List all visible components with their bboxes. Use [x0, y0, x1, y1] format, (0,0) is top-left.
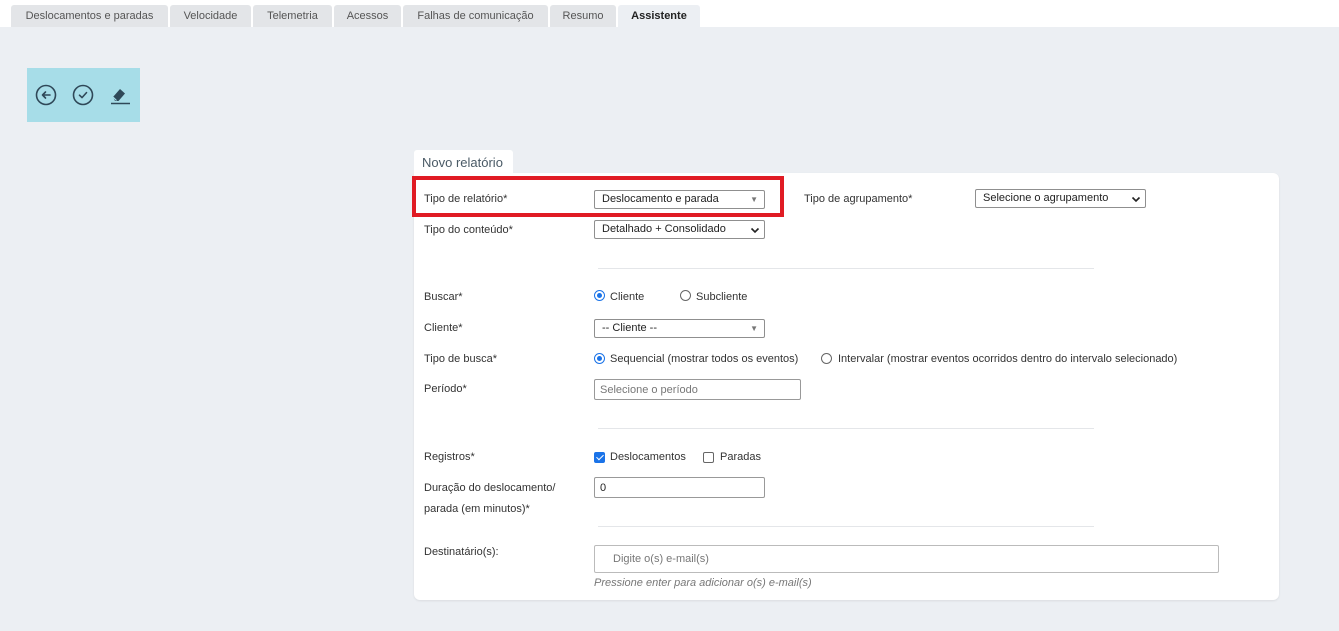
grouping-type-value: Selecione o agrupamento [983, 192, 1109, 204]
confirm-icon [72, 84, 94, 106]
search-label: Buscar* [424, 291, 463, 303]
search-type-interval-radio[interactable] [821, 353, 832, 364]
report-tabs: Deslocamentos e paradas Velocidade Telem… [0, 0, 1339, 27]
recipients-label: Destinatário(s): [424, 546, 499, 558]
records-displacements-checkbox[interactable] [594, 452, 605, 463]
grouping-type-label: Tipo de agrupamento* [804, 193, 913, 205]
duration-input[interactable] [594, 477, 765, 498]
tab-acessos[interactable]: Acessos [334, 5, 401, 27]
report-type-select[interactable]: Deslocamento e parada ▼ [594, 190, 765, 209]
card-title: Novo relatório [414, 150, 513, 174]
tab-resumo[interactable]: Resumo [550, 5, 616, 27]
tab-deslocamentos-e-paradas[interactable]: Deslocamentos e paradas [11, 5, 168, 27]
search-type-label: Tipo de busca* [424, 353, 497, 365]
section-divider [598, 428, 1094, 429]
search-client-label: Cliente [610, 291, 645, 303]
section-divider [598, 526, 1094, 527]
recipients-input[interactable] [594, 545, 1219, 573]
back-button[interactable] [35, 84, 57, 106]
search-type-sequential-radio[interactable] [594, 353, 605, 364]
tab-telemetria[interactable]: Telemetria [253, 5, 332, 27]
recipients-hint: Pressione enter para adicionar o(s) e-ma… [594, 577, 812, 589]
eraser-icon [111, 89, 130, 105]
report-type-value: Deslocamento e parada [602, 193, 719, 205]
grouping-type-select[interactable]: Selecione o agrupamento [975, 189, 1146, 208]
records-label: Registros* [424, 451, 475, 463]
search-subclient-label: Subcliente [696, 291, 748, 303]
duration-label-line1: Duração do deslocamento/ [424, 482, 556, 494]
tab-falhas-de-comunicacao[interactable]: Falhas de comunicação [403, 5, 548, 27]
action-toolbar [27, 68, 140, 122]
period-input[interactable] [594, 379, 801, 400]
search-client-radio[interactable] [594, 290, 605, 301]
tab-velocidade[interactable]: Velocidade [170, 5, 251, 27]
chevron-down-icon [750, 227, 760, 234]
tab-assistente[interactable]: Assistente [618, 5, 700, 27]
back-icon [35, 84, 57, 106]
new-report-form [414, 173, 1279, 600]
records-displacements-label: Deslocamentos [610, 451, 686, 463]
search-type-interval-label: Intervalar (mostrar eventos ocorridos de… [838, 353, 1178, 365]
search-type-sequential-label: Sequencial (mostrar todos os eventos) [610, 353, 799, 365]
records-stops-checkbox[interactable] [703, 452, 714, 463]
records-stops-label: Paradas [720, 451, 761, 463]
search-subclient-radio[interactable] [680, 290, 691, 301]
confirm-button[interactable] [72, 84, 94, 106]
content-type-value: Detalhado + Consolidado [602, 223, 726, 235]
content-type-select[interactable]: Detalhado + Consolidado [594, 220, 765, 239]
chevron-down-icon [1131, 196, 1141, 203]
caret-down-icon: ▼ [750, 324, 758, 333]
client-value: -- Cliente -- [602, 322, 658, 334]
caret-down-icon: ▼ [750, 195, 758, 204]
section-divider [598, 268, 1094, 269]
report-type-label: Tipo de relatório* [424, 193, 508, 205]
client-select[interactable]: -- Cliente -- ▼ [594, 319, 765, 338]
duration-label-line2: parada (em minutos)* [424, 503, 530, 515]
period-label: Período* [424, 383, 467, 395]
content-type-label: Tipo do conteúdo* [424, 224, 513, 236]
clear-button[interactable] [109, 84, 131, 106]
client-label: Cliente* [424, 322, 463, 334]
